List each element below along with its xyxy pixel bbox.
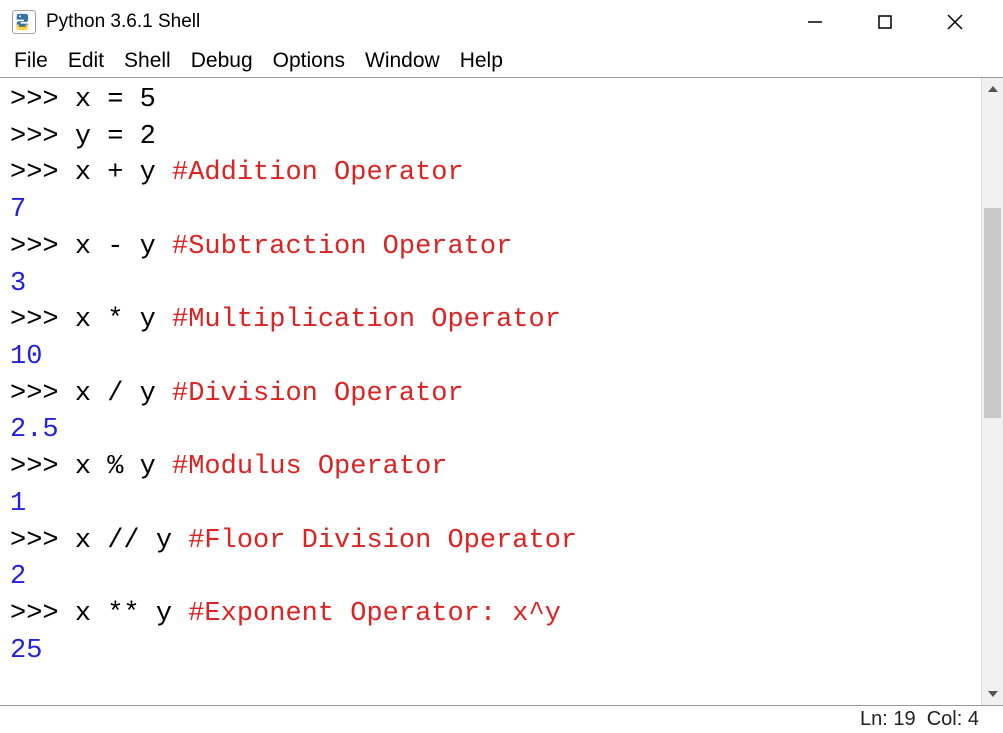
shell-line: 10: [10, 339, 977, 376]
code-text: x ** y: [75, 599, 188, 629]
comment-text: #Division Operator: [172, 379, 464, 409]
output-value: 3: [10, 269, 26, 299]
output-value: 7: [10, 195, 26, 225]
shell-line: 25: [10, 633, 977, 670]
status-col-label: Col:: [927, 708, 963, 731]
shell-line: >>> x // y #Floor Division Operator: [10, 523, 977, 560]
code-text: x + y: [75, 158, 172, 188]
code-text: x / y: [75, 379, 172, 409]
code-text: x = 5: [75, 85, 156, 115]
menu-edit[interactable]: Edit: [68, 49, 104, 73]
vertical-scrollbar[interactable]: [981, 78, 1003, 705]
prompt: >>>: [10, 452, 75, 482]
titlebar: Python 3.6.1 Shell: [0, 0, 1003, 44]
shell-line: 1: [10, 486, 977, 523]
comment-text: #Floor Division Operator: [188, 526, 577, 556]
prompt: >>>: [10, 158, 75, 188]
shell-line: >>> x ** y #Exponent Operator: x^y: [10, 596, 977, 633]
output-value: 10: [10, 342, 42, 372]
shell-line: >>> x = 5: [10, 82, 977, 119]
comment-text: #Subtraction Operator: [172, 232, 512, 262]
prompt: >>>: [10, 305, 75, 335]
shell-line: >>> x * y #Multiplication Operator: [10, 302, 977, 339]
python-app-icon: [10, 8, 38, 36]
code-text: x % y: [75, 452, 172, 482]
menu-debug[interactable]: Debug: [191, 49, 253, 73]
prompt: >>>: [10, 85, 75, 115]
status-ln-value: 19: [893, 708, 915, 731]
menu-shell[interactable]: Shell: [124, 49, 171, 73]
shell-line: 2: [10, 559, 977, 596]
menubar: File Edit Shell Debug Options Window Hel…: [0, 44, 1003, 78]
code-text: x * y: [75, 305, 172, 335]
comment-text: #Multiplication Operator: [172, 305, 561, 335]
output-value: 2: [10, 562, 26, 592]
maximize-button[interactable]: [865, 2, 905, 42]
menu-file[interactable]: File: [14, 49, 48, 73]
window-controls: [795, 2, 1003, 42]
shell-text-area[interactable]: >>> x = 5>>> y = 2>>> x + y #Addition Op…: [0, 78, 981, 705]
editor-area: >>> x = 5>>> y = 2>>> x + y #Addition Op…: [0, 78, 1003, 705]
prompt: >>>: [10, 232, 75, 262]
scroll-up-arrow-icon[interactable]: [982, 78, 1003, 100]
prompt: >>>: [10, 526, 75, 556]
output-value: 2.5: [10, 415, 59, 445]
comment-text: #Addition Operator: [172, 158, 464, 188]
shell-line: >>> x + y #Addition Operator: [10, 155, 977, 192]
status-col-value: 4: [968, 708, 979, 731]
shell-line: >>> x / y #Division Operator: [10, 376, 977, 413]
comment-text: #Modulus Operator: [172, 452, 447, 482]
statusbar: Ln: 19 Col: 4: [0, 705, 1003, 733]
prompt: >>>: [10, 122, 75, 152]
code-text: x - y: [75, 232, 172, 262]
shell-line: >>> y = 2: [10, 119, 977, 156]
code-text: x // y: [75, 526, 188, 556]
comment-text: #Exponent Operator: x^y: [188, 599, 561, 629]
shell-line: 2.5: [10, 412, 977, 449]
close-button[interactable]: [935, 2, 975, 42]
shell-line: >>> x % y #Modulus Operator: [10, 449, 977, 486]
minimize-button[interactable]: [795, 2, 835, 42]
window-title: Python 3.6.1 Shell: [46, 11, 200, 33]
prompt: >>>: [10, 599, 75, 629]
shell-line: 3: [10, 266, 977, 303]
scroll-down-arrow-icon[interactable]: [982, 683, 1003, 705]
code-text: y = 2: [75, 122, 156, 152]
menu-options[interactable]: Options: [273, 49, 345, 73]
status-ln-label: Ln:: [860, 708, 888, 731]
scroll-thumb[interactable]: [984, 208, 1001, 418]
shell-line: >>> x - y #Subtraction Operator: [10, 229, 977, 266]
menu-window[interactable]: Window: [365, 49, 440, 73]
shell-line: 7: [10, 192, 977, 229]
menu-help[interactable]: Help: [460, 49, 503, 73]
prompt: >>>: [10, 379, 75, 409]
output-value: 1: [10, 489, 26, 519]
output-value: 25: [10, 636, 42, 666]
